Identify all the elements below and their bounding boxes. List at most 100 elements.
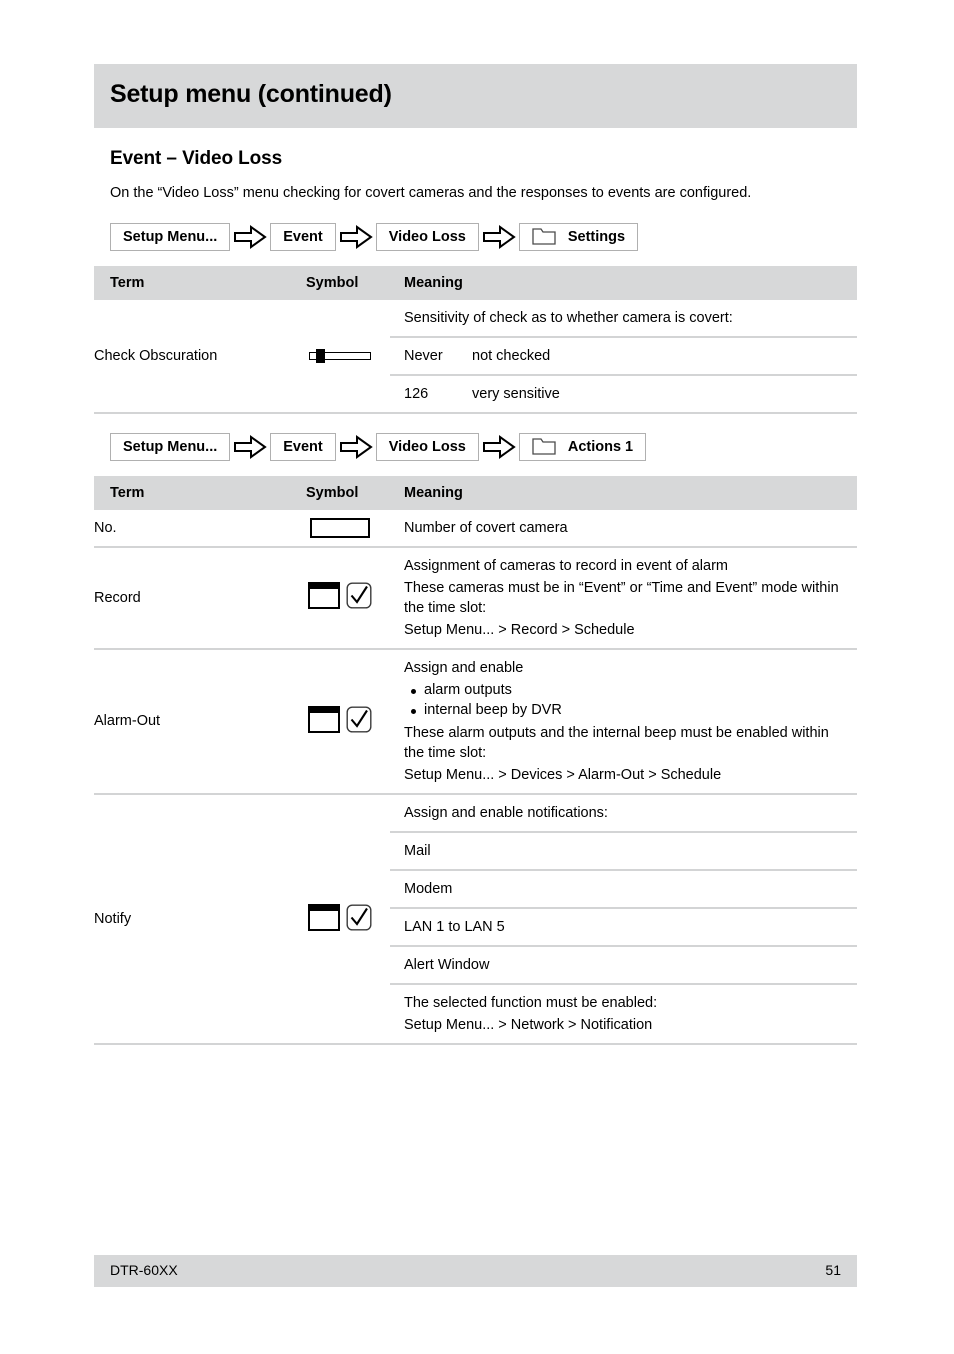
- meaning-intro: Assign and enable notifications:: [390, 795, 857, 831]
- column-header-meaning: Meaning: [390, 265, 857, 300]
- input-field-symbol: [308, 705, 340, 733]
- meaning-text-block: Number of covert camera: [390, 510, 857, 546]
- value-description: very sensitive: [472, 385, 560, 402]
- bullet-list: alarm outputs internal beep by DVR: [404, 681, 851, 721]
- meaning-intro-text: Assign and enable notifications:: [404, 805, 608, 822]
- meaning-option-row: Mail: [390, 831, 857, 869]
- table-actions: Term Symbol Meaning No. Number of covert…: [94, 475, 857, 1046]
- option-label: Mail: [404, 843, 431, 860]
- table-row: Alarm-Out Assign and enable alarm output…: [94, 647, 857, 795]
- meaning-option-row: LAN 1 to LAN 5: [390, 907, 857, 945]
- row-meaning: Assign and enable notifications: Mail Mo…: [390, 793, 857, 1046]
- field-checkbox-symbol-icon: [308, 705, 372, 733]
- slider-thumb: [316, 348, 325, 363]
- column-header-symbol: Symbol: [290, 475, 390, 510]
- slider-symbol-icon: [309, 348, 371, 363]
- row-term: Record: [94, 545, 290, 649]
- table-row: No. Number of covert camera: [94, 510, 857, 547]
- text-field-symbol-icon: [310, 517, 370, 538]
- table-row: Check Obscuration Sensitivity of check a…: [94, 299, 857, 414]
- row-meaning: Number of covert camera: [390, 510, 857, 547]
- option-label: Alert Window: [404, 957, 490, 974]
- breadcrumb-item-settings[interactable]: Settings: [518, 222, 639, 251]
- arrow-right-icon: [336, 224, 376, 250]
- meaning-intro: Sensitivity of check as to whether camer…: [390, 300, 857, 336]
- breadcrumb-label: Setup Menu...: [123, 228, 218, 245]
- row-term: Notify: [94, 793, 290, 1046]
- section-intro-text: On the “Video Loss” menu checking for co…: [110, 185, 752, 201]
- meaning-line: Setup Menu... > Network > Notification: [404, 1017, 653, 1034]
- breadcrumb-label: Event: [283, 228, 323, 245]
- breadcrumb-item-video-loss[interactable]: Video Loss: [375, 432, 479, 461]
- checkbox-checked-icon: [346, 582, 372, 609]
- table-settings: Term Symbol Meaning Check Obscuration Se…: [94, 265, 857, 414]
- content-column: Event – Video Loss On the “Video Loss” m…: [94, 140, 857, 1046]
- meaning-text-block: Assignment of cameras to record in event…: [390, 548, 857, 648]
- input-field-symbol: [308, 903, 340, 931]
- meaning-line: These cameras must be in “Event” or “Tim…: [404, 579, 839, 616]
- table-row: Record Assignment of cameras to record i…: [94, 545, 857, 649]
- breadcrumb-label: Setup Menu...: [123, 438, 218, 455]
- option-label: LAN 1 to LAN 5: [404, 919, 505, 936]
- row-term: Check Obscuration: [94, 299, 290, 414]
- row-meaning: Assignment of cameras to record in event…: [390, 545, 857, 649]
- arrow-right-icon: [336, 434, 376, 460]
- arrow-right-icon: [230, 224, 270, 250]
- breadcrumb-item-event[interactable]: Event: [270, 222, 336, 251]
- footer-model: DTR-60XX: [110, 1262, 178, 1278]
- column-header-term: Term: [94, 265, 290, 300]
- page-footer: DTR-60XX 51: [94, 1255, 857, 1287]
- table-header-row: Term Symbol Meaning: [94, 475, 857, 510]
- meaning-line: Setup Menu... > Record > Schedule: [404, 621, 635, 638]
- row-term: Alarm-Out: [94, 647, 290, 795]
- breadcrumb-label: Event: [283, 438, 323, 455]
- field-checkbox-symbol-icon: [308, 582, 372, 610]
- meaning-value-row: 126 very sensitive: [390, 373, 857, 412]
- option-label: Modem: [404, 881, 453, 898]
- meaning-line: Assignment of cameras to record in event…: [404, 557, 728, 574]
- breadcrumb-label: Settings: [567, 228, 626, 245]
- table-row: Notify Assign and enable notifications: …: [94, 793, 857, 1046]
- value-key: 126: [404, 385, 429, 402]
- column-header-symbol: Symbol: [290, 265, 390, 300]
- checkbox-checked-icon: [346, 706, 372, 733]
- arrow-right-icon: [479, 224, 519, 250]
- section-heading: Event – Video Loss: [110, 148, 283, 169]
- page-title-banner: Setup menu (continued): [94, 64, 857, 128]
- breadcrumb-item-event[interactable]: Event: [270, 432, 336, 461]
- row-meaning: Sensitivity of check as to whether camer…: [390, 299, 857, 414]
- row-symbol: [290, 793, 390, 1046]
- input-field-symbol: [308, 582, 340, 610]
- row-symbol: [290, 647, 390, 795]
- breadcrumb-label: Video Loss: [388, 228, 466, 245]
- meaning-option-row: Modem: [390, 869, 857, 907]
- value-key: Never: [404, 347, 443, 364]
- breadcrumb-settings: Setup Menu... Event Video Loss Settings: [110, 222, 857, 252]
- row-symbol: [290, 299, 390, 414]
- folder-icon: [532, 438, 556, 455]
- meaning-line: Setup Menu... > Devices > Alarm-Out > Sc…: [404, 767, 722, 784]
- arrow-right-icon: [479, 434, 519, 460]
- breadcrumb-item-setup-menu[interactable]: Setup Menu...: [110, 222, 231, 251]
- breadcrumb-label: Actions 1: [567, 438, 634, 455]
- page-title: Setup menu (continued): [110, 80, 392, 108]
- meaning-line: Number of covert camera: [404, 519, 568, 536]
- row-term: No.: [94, 519, 117, 536]
- meaning-intro-text: Sensitivity of check as to whether camer…: [404, 309, 733, 326]
- breadcrumb-label: Video Loss: [388, 438, 466, 455]
- row-symbol: [290, 545, 390, 649]
- breadcrumb-item-actions-1[interactable]: Actions 1: [518, 432, 647, 461]
- checkbox-checked-icon: [346, 904, 372, 931]
- meaning-text-block: Assign and enable alarm outputs internal…: [390, 650, 857, 794]
- row-symbol: [290, 510, 390, 547]
- meaning-line: These alarm outputs and the internal bee…: [404, 725, 829, 762]
- breadcrumb-item-setup-menu[interactable]: Setup Menu...: [110, 432, 231, 461]
- table-header-row: Term Symbol Meaning: [94, 265, 857, 300]
- arrow-right-icon: [230, 434, 270, 460]
- folder-icon: [532, 228, 556, 245]
- list-item: internal beep by DVR: [411, 701, 851, 720]
- field-checkbox-symbol-icon: [308, 903, 372, 931]
- breadcrumb-item-video-loss[interactable]: Video Loss: [375, 222, 479, 251]
- column-header-meaning: Meaning: [390, 475, 857, 510]
- footer-page-number: 51: [825, 1262, 841, 1278]
